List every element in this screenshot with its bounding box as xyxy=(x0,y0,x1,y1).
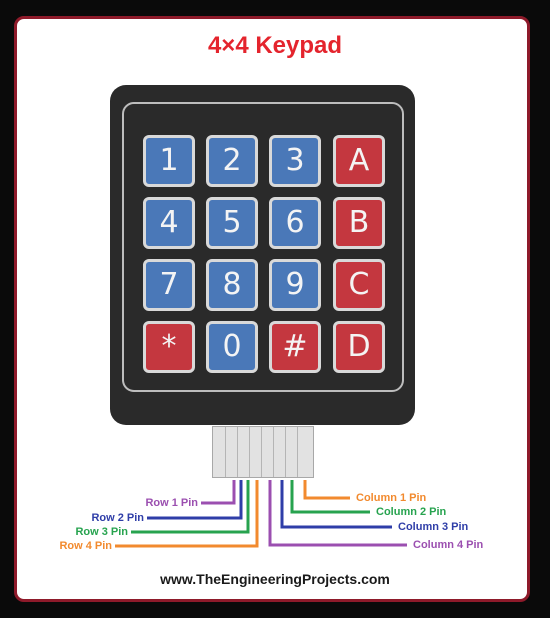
website-footer: www.TheEngineeringProjects.com xyxy=(160,571,390,587)
row-4-pin-label: Row 4 Pin xyxy=(59,540,112,552)
wire-col-1 xyxy=(303,480,350,500)
row-2-pin-label: Row 2 Pin xyxy=(91,512,144,524)
wire-row-1 xyxy=(201,480,236,505)
column-3-pin-label: Column 3 Pin xyxy=(398,521,469,533)
column-1-pin-label: Column 1 Pin xyxy=(356,492,427,504)
column-2-pin-label: Column 2 Pin xyxy=(376,506,447,518)
row-1-pin-label: Row 1 Pin xyxy=(145,497,198,509)
row-3-pin-label: Row 3 Pin xyxy=(75,526,128,538)
column-4-pin-label: Column 4 Pin xyxy=(413,539,484,551)
